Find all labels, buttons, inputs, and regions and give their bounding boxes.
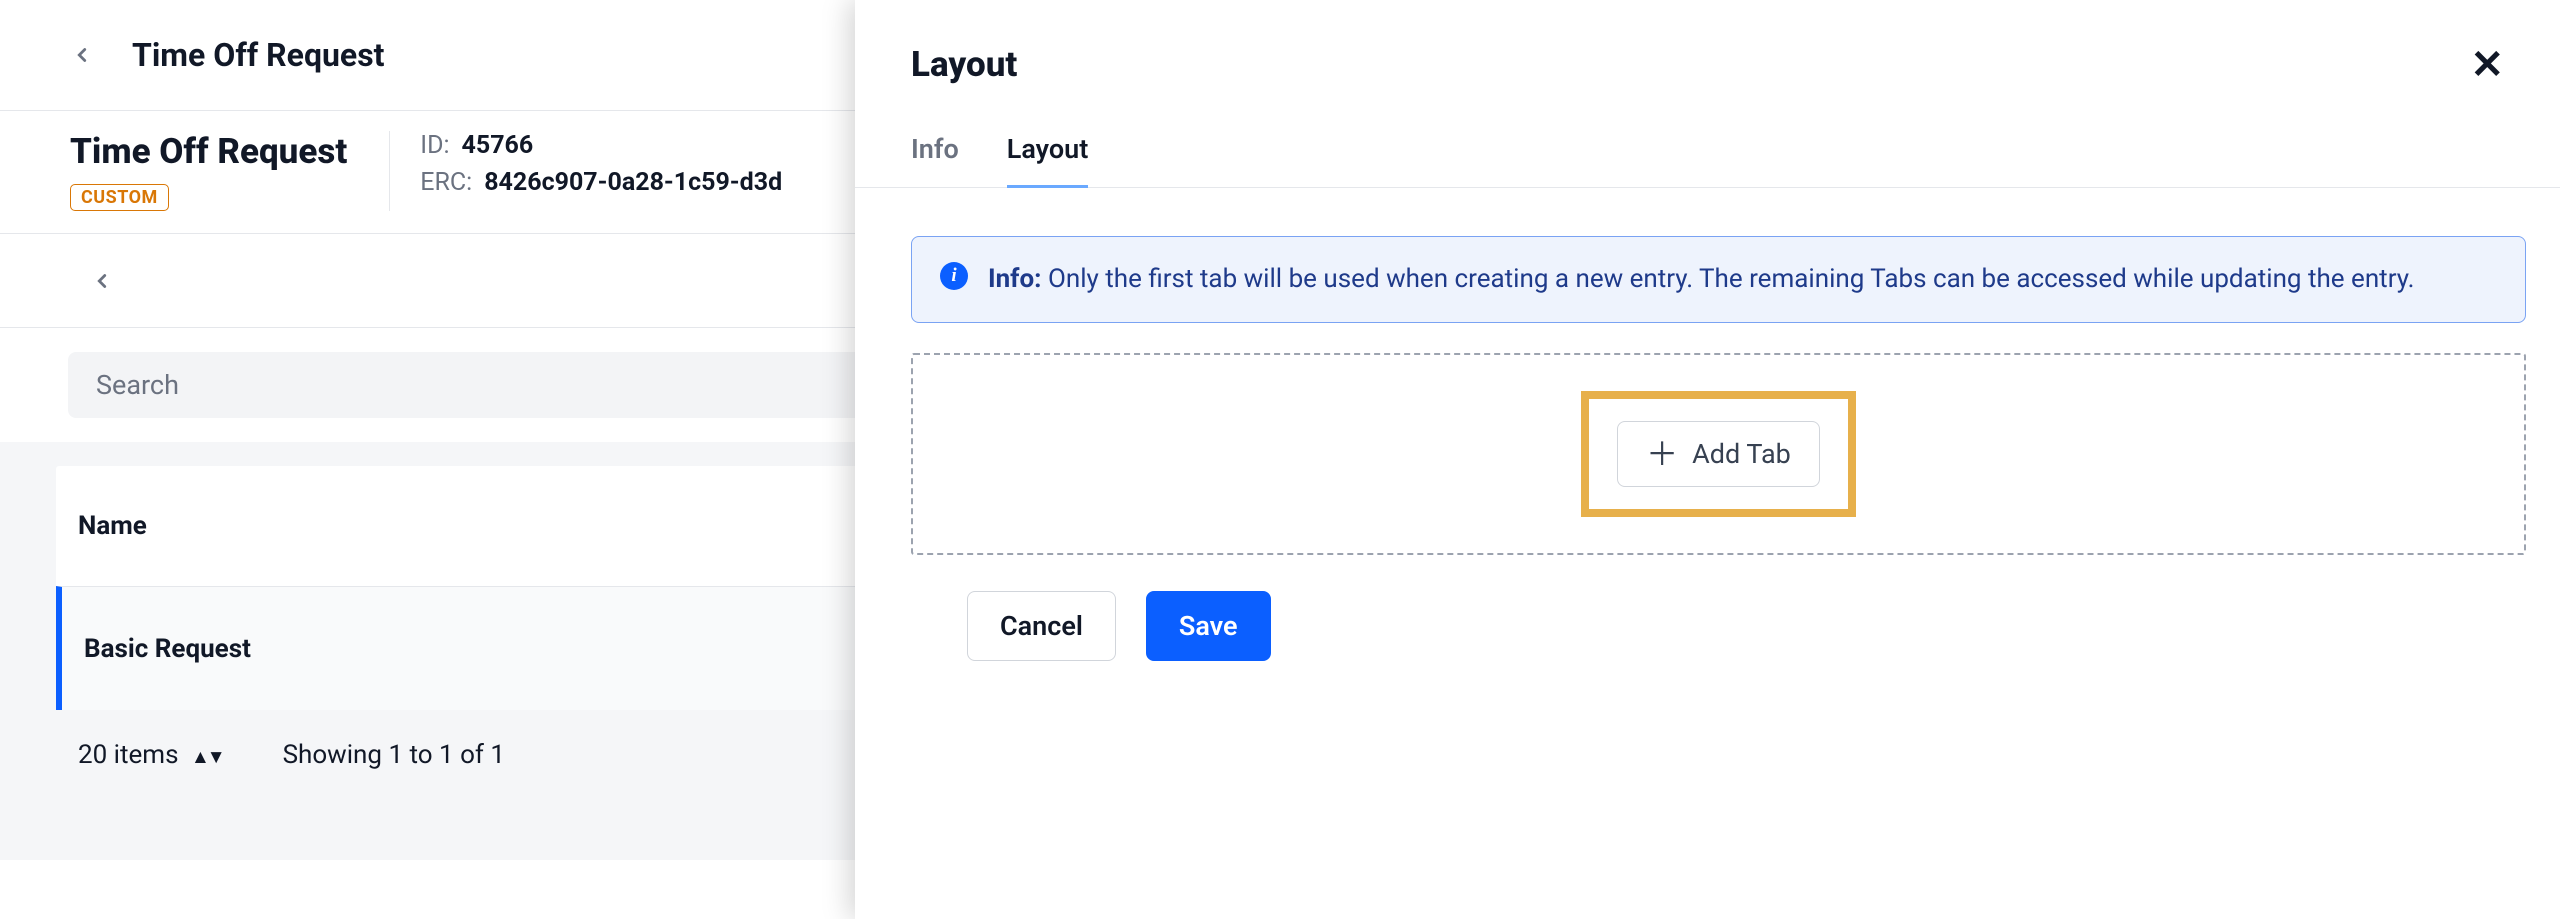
back-button[interactable] bbox=[60, 33, 104, 77]
record-id-label: ID: bbox=[420, 131, 449, 160]
record-header-right: ID: 45766 ERC: 8426c907-0a28-1c59-d3d bbox=[390, 131, 782, 197]
layout-panel: Layout ✕ Info Layout i Info: Only the fi… bbox=[855, 0, 2560, 919]
chevron-left-icon bbox=[71, 44, 93, 66]
info-icon: i bbox=[940, 262, 968, 290]
tab-layout[interactable]: Layout bbox=[1007, 113, 1089, 189]
highlight-callout: ＋ Add Tab bbox=[1581, 391, 1856, 517]
tab-info[interactable]: Info bbox=[911, 113, 959, 189]
plus-icon: ＋ bbox=[1646, 438, 1678, 470]
info-alert: i Info: Only the first tab will be used … bbox=[911, 236, 2526, 322]
panel-body: i Info: Only the first tab will be used … bbox=[855, 188, 2560, 919]
record-erc-label: ERC: bbox=[420, 168, 472, 197]
sub-back-button[interactable] bbox=[80, 259, 124, 303]
record-erc: ERC: 8426c907-0a28-1c59-d3d bbox=[420, 168, 782, 197]
pager-showing: Showing 1 to 1 of 1 bbox=[283, 740, 505, 770]
add-tab-label: Add Tab bbox=[1692, 438, 1791, 470]
custom-badge: CUSTOM bbox=[70, 184, 169, 211]
page-title: Time Off Request bbox=[132, 36, 384, 74]
row-name: Basic Request bbox=[84, 634, 251, 664]
cancel-button[interactable]: Cancel bbox=[967, 591, 1116, 661]
panel-title: Layout bbox=[911, 44, 1017, 85]
panel-header: Layout ✕ bbox=[855, 0, 2560, 113]
sort-icon: ▲▼ bbox=[191, 745, 223, 768]
tabs-dropzone: ＋ Add Tab bbox=[911, 353, 2526, 555]
panel-footer: Cancel Save bbox=[911, 555, 2526, 697]
alert-label: Info: bbox=[988, 264, 1042, 294]
pager-items-label: 20 items bbox=[78, 740, 179, 770]
alert-text: Info: Only the first tab will be used wh… bbox=[988, 259, 2415, 299]
record-erc-value: 8426c907-0a28-1c59-d3d bbox=[484, 168, 782, 197]
save-button[interactable]: Save bbox=[1146, 591, 1271, 661]
record-title: Time Off Request bbox=[70, 131, 347, 172]
close-icon[interactable]: ✕ bbox=[2470, 45, 2504, 85]
alert-body: Only the first tab will be used when cre… bbox=[1048, 264, 2415, 294]
chevron-left-icon bbox=[91, 270, 113, 292]
col-name: Name bbox=[78, 511, 147, 541]
record-header-left: Time Off Request CUSTOM bbox=[70, 131, 390, 211]
pager-items[interactable]: 20 items ▲▼ bbox=[78, 740, 223, 770]
search-placeholder: Search bbox=[96, 369, 179, 401]
record-id-value: 45766 bbox=[462, 131, 534, 160]
record-id: ID: 45766 bbox=[420, 131, 782, 160]
panel-tabs: Info Layout bbox=[855, 113, 2560, 188]
add-tab-button[interactable]: ＋ Add Tab bbox=[1617, 421, 1820, 487]
